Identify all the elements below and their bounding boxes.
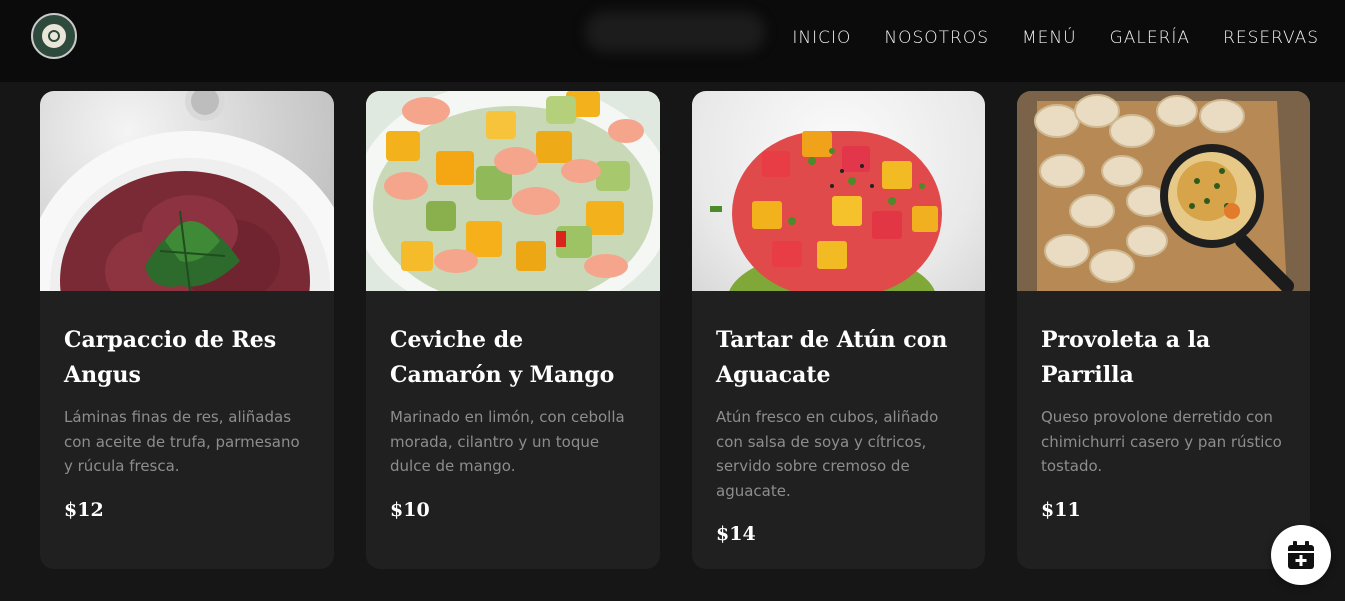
dish-photo-tartar xyxy=(692,91,985,291)
blurred-header-heading xyxy=(585,12,765,52)
logo-emblem xyxy=(40,22,68,50)
dish-price: $12 xyxy=(64,498,104,521)
dish-description: Láminas finas de res, aliñadas con aceit… xyxy=(64,408,300,475)
menu-card-carpaccio[interactable]: Carpaccio de Res Angus Láminas finas de … xyxy=(40,91,334,569)
nav-link-inicio[interactable]: INICIO xyxy=(792,28,851,48)
dish-title: Carpaccio de Res Angus xyxy=(64,327,277,388)
nav-link-galeria[interactable]: GALERÍA xyxy=(1110,28,1190,48)
dish-price: $11 xyxy=(1041,498,1081,521)
dish-title: Tartar de Atún con Aguacate xyxy=(716,327,948,388)
dish-title: Provoleta a la Parrilla xyxy=(1041,327,1211,388)
card-body: Ceviche de Camarón y Mango Marinado en l… xyxy=(366,291,660,521)
menu-card-provoleta[interactable]: Provoleta a la Parrilla Queso provolone … xyxy=(1017,91,1310,569)
nav-link-menu[interactable]: MENÚ xyxy=(1022,28,1077,48)
restaurant-logo-icon[interactable] xyxy=(31,13,77,59)
nav-link-nosotros[interactable]: NOSOTROS xyxy=(884,28,989,48)
menu-card-tartar[interactable]: Tartar de Atún con Aguacate Atún fresco … xyxy=(692,91,985,569)
reservation-button[interactable] xyxy=(1271,525,1331,585)
card-body: Provoleta a la Parrilla Queso provolone … xyxy=(1017,291,1310,521)
menu-cards-row: Carpaccio de Res Angus Láminas finas de … xyxy=(40,91,1310,569)
card-body: Carpaccio de Res Angus Láminas finas de … xyxy=(40,291,334,521)
menu-card-ceviche[interactable]: Ceviche de Camarón y Mango Marinado en l… xyxy=(366,91,660,569)
dish-description: Queso provolone derretido con chimichurr… xyxy=(1041,408,1282,475)
top-navigation-bar: INICIO NOSOTROS MENÚ GALERÍA RESERVAS xyxy=(0,0,1345,82)
calendar-plus-icon xyxy=(1288,541,1314,569)
nav-link-reservas[interactable]: RESERVAS xyxy=(1223,28,1319,48)
dish-description: Atún fresco en cubos, aliñado con salsa … xyxy=(716,408,939,500)
dish-price: $10 xyxy=(390,498,430,521)
dish-title: Ceviche de Camarón y Mango xyxy=(390,327,615,388)
main-nav: INICIO NOSOTROS MENÚ GALERÍA RESERVAS xyxy=(792,28,1319,48)
dish-photo-ceviche xyxy=(366,91,660,291)
dish-photo-carpaccio xyxy=(40,91,334,291)
logo-center xyxy=(48,30,60,42)
dish-description: Marinado en limón, con cebolla morada, c… xyxy=(390,408,625,475)
dish-photo-provoleta xyxy=(1017,91,1310,291)
dish-price: $14 xyxy=(716,523,756,545)
card-body: Tartar de Atún con Aguacate Atún fresco … xyxy=(692,291,985,545)
